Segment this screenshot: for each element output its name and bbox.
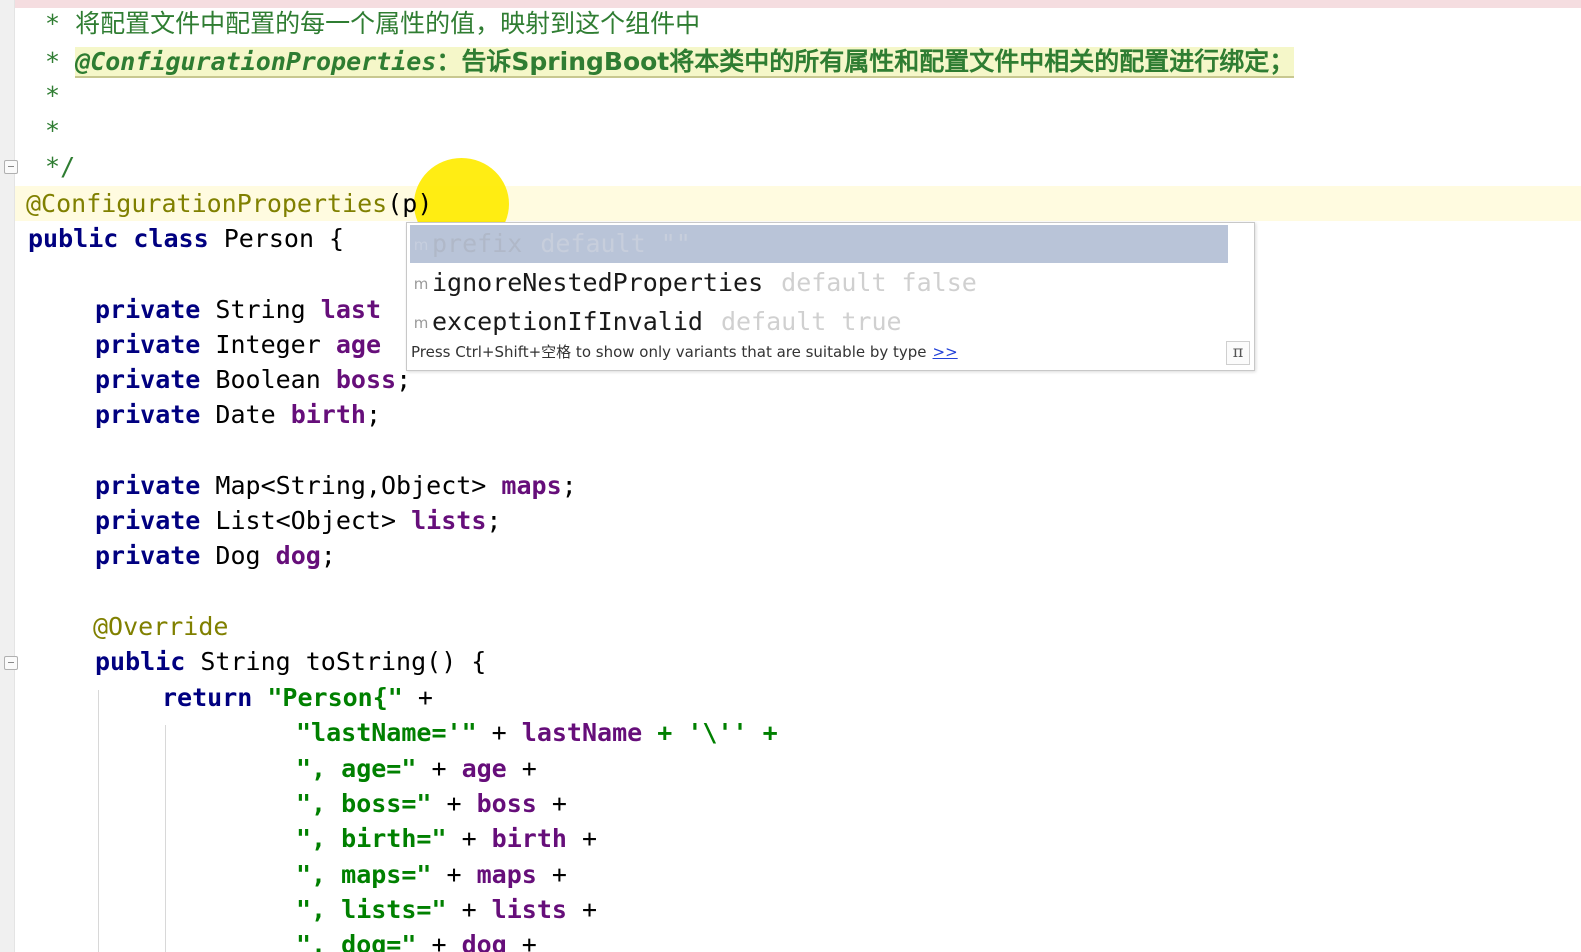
method-icon: m — [413, 314, 429, 332]
completion-item-ignore-nested-properties[interactable]: m ignoreNestedProperties default false — [410, 264, 1228, 302]
doc-comment-line: * — [30, 81, 61, 110]
completion-item-exception-if-invalid[interactable]: m exceptionIfInvalid default true — [410, 303, 1228, 341]
override-annotation[interactable]: @Override — [93, 609, 228, 644]
doc-comment-line: * @ConfigurationProperties：告诉SpringBoot将… — [30, 47, 1295, 78]
method-icon: m — [413, 236, 429, 254]
concat-line[interactable]: ", dog=" + dog + — [296, 927, 537, 952]
field-line[interactable]: private Date birth; — [95, 397, 381, 432]
editor-gutter — [0, 0, 15, 952]
field-line[interactable]: private List<Object> lists; — [95, 503, 501, 538]
method-signature[interactable]: public String toString() { — [95, 644, 486, 679]
concat-line[interactable]: "lastName='" + lastName + '\'' + — [296, 715, 778, 750]
fold-marker-icon[interactable] — [4, 160, 18, 174]
completion-item-prefix[interactable]: m prefix default "" — [410, 225, 1228, 263]
concat-line[interactable]: ", birth=" + birth + — [296, 821, 597, 856]
doc-comment-line: */ — [30, 152, 76, 181]
annotation-line[interactable]: @ConfigurationProperties(p) — [26, 186, 432, 221]
doc-comment-line: * 将配置文件中配置的每一个属性的值，映射到这个组件中 — [30, 9, 701, 38]
concat-line[interactable]: ", lists=" + lists + — [296, 892, 597, 927]
field-line[interactable]: private Dog dog; — [95, 538, 336, 573]
return-line[interactable]: return "Person{" + — [162, 680, 433, 715]
pi-icon[interactable]: π — [1226, 341, 1250, 365]
doc-comment-line: * — [30, 116, 61, 145]
field-line[interactable]: private Integer age — [95, 327, 381, 362]
indent-guide — [98, 690, 99, 952]
code-editor[interactable]: * 将配置文件中配置的每一个属性的值，映射到这个组件中 * @Configura… — [0, 0, 1581, 952]
completion-hint: Press Ctrl+Shift+空格 to show only variant… — [411, 343, 958, 361]
indent-guide — [165, 725, 166, 952]
concat-line[interactable]: ", age=" + age + — [296, 751, 537, 786]
concat-line[interactable]: ", maps=" + maps + — [296, 857, 567, 892]
completion-hint-link[interactable]: >> — [933, 343, 958, 361]
concat-line[interactable]: ", boss=" + boss + — [296, 786, 567, 821]
field-line[interactable]: private Map<String,Object> maps; — [95, 468, 577, 503]
method-icon: m — [413, 275, 429, 293]
field-line[interactable]: private Boolean boss; — [95, 362, 411, 397]
code-completion-popup[interactable]: m prefix default "" m ignoreNestedPropertie… — [406, 222, 1255, 371]
field-line[interactable]: private String last — [95, 292, 381, 327]
class-declaration[interactable]: public class Person { — [28, 221, 344, 256]
fold-marker-icon[interactable] — [4, 656, 18, 670]
